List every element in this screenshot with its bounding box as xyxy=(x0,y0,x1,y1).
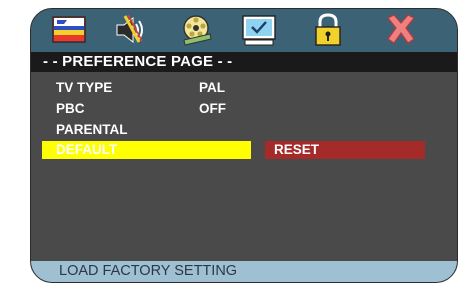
menu-item-pbc[interactable]: PBC OFF xyxy=(31,100,457,118)
menu-item-label: DEFAULT xyxy=(56,142,118,157)
menu-item-label: PBC xyxy=(56,101,85,116)
preference-monitor-icon[interactable] xyxy=(239,12,279,48)
video-film-icon[interactable] xyxy=(176,12,216,48)
reset-button-label: RESET xyxy=(274,142,320,157)
menu-item-default[interactable]: DEFAULT RESET xyxy=(31,141,457,159)
osd-setup-window: - - PREFERENCE PAGE - - TV TYPE PAL PBC … xyxy=(30,8,458,283)
setup-icon-bar xyxy=(31,9,457,53)
menu-item-label: PARENTAL xyxy=(56,122,128,137)
menu-item-value: OFF xyxy=(199,101,226,116)
page-title-bar: - - PREFERENCE PAGE - - xyxy=(31,52,457,72)
menu-item-value: PAL xyxy=(199,80,225,95)
menu-item-label: TV TYPE xyxy=(56,80,113,95)
exit-x-icon[interactable] xyxy=(381,12,421,48)
password-lock-icon[interactable] xyxy=(308,12,348,48)
audio-speaker-icon[interactable] xyxy=(111,12,151,48)
menu-item-tv-type[interactable]: TV TYPE PAL xyxy=(31,79,457,97)
status-hint-bar: LOAD FACTORY SETTING xyxy=(31,261,457,282)
page-title: - - PREFERENCE PAGE - - xyxy=(43,53,233,70)
reset-button[interactable]: RESET xyxy=(265,141,425,159)
menu-item-parental[interactable]: PARENTAL xyxy=(31,121,457,139)
language-flag-icon[interactable] xyxy=(49,12,89,48)
status-hint-text: LOAD FACTORY SETTING xyxy=(59,263,238,279)
